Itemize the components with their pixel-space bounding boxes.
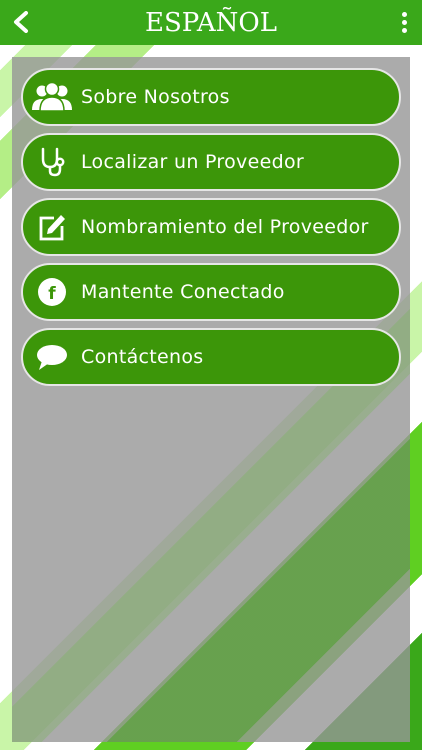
stethoscope-icon (23, 135, 81, 189)
more-vertical-icon (401, 11, 407, 17)
menu-item-label: Sobre Nosotros (81, 86, 230, 108)
edit-icon (23, 200, 81, 254)
menu-item-label: Contáctenos (81, 346, 204, 368)
facebook-icon: f (23, 265, 81, 319)
menu-item-label: Localizar un Proveedor (81, 151, 304, 173)
menu-list: Sobre Nosotros Localizar un Proveedor No… (21, 68, 401, 393)
users-icon (23, 70, 81, 124)
svg-text:f: f (48, 284, 56, 304)
menu-item-contactenos[interactable]: Contáctenos (21, 328, 401, 386)
menu-item-nombramiento[interactable]: Nombramiento del Proveedor (21, 198, 401, 256)
menu-item-mantente-conectado[interactable]: f Mantente Conectado (21, 263, 401, 321)
more-options-button[interactable] (394, 8, 414, 36)
page-title: ESPAÑOL (144, 8, 277, 38)
menu-item-localizar-proveedor[interactable]: Localizar un Proveedor (21, 133, 401, 191)
top-bar: ESPAÑOL (0, 0, 422, 45)
menu-item-label: Mantente Conectado (81, 281, 285, 303)
chat-bubble-icon (23, 330, 81, 384)
menu-item-sobre-nosotros[interactable]: Sobre Nosotros (21, 68, 401, 126)
menu-item-label: Nombramiento del Proveedor (81, 216, 369, 238)
